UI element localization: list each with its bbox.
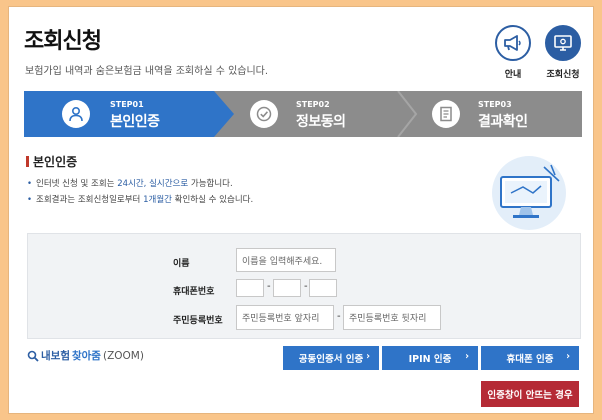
phone-input-3[interactable] <box>309 279 337 297</box>
step-2-name: 정보동의 <box>296 114 346 130</box>
phone-separator: - <box>304 281 308 292</box>
guide-label: 안내 <box>504 70 522 80</box>
cert-auth-button[interactable]: 공동인증서 인증 › <box>283 346 379 370</box>
note-highlight: 24시간, 실시간으로 <box>117 179 189 189</box>
check-circle-icon <box>250 100 278 128</box>
step-3-number: STEP03 <box>478 100 512 109</box>
ipin-auth-label: IPIN 인증 <box>408 354 452 365</box>
chevron-right-icon: › <box>465 351 469 362</box>
guide-button[interactable] <box>495 25 531 61</box>
cert-auth-label: 공동인증서 인증 <box>298 354 364 365</box>
zoom-text-3: (ZOOM) <box>102 349 144 362</box>
rrn-back-input[interactable]: 주민등록번호 뒷자리 <box>343 305 441 330</box>
note-text: 가능합니다. <box>188 179 233 189</box>
chevron-right-icon: › <box>366 351 370 362</box>
phone-auth-label: 휴대폰 인증 <box>506 354 554 365</box>
phone-label: 휴대폰번호 <box>173 287 215 297</box>
request-label: 조회신청 <box>546 70 580 80</box>
page-frame: 조회신청 보험가입 내역과 숨은보험금 내역을 조회하실 수 있습니다. 안내 … <box>8 6 594 414</box>
bullet-icon: • <box>27 195 33 205</box>
person-icon <box>62 100 90 128</box>
step-separator <box>397 91 418 137</box>
monitor-illustration-icon <box>492 156 566 230</box>
note-text: 확인하실 수 있습니다. <box>171 195 254 205</box>
note-text: 인터넷 신청 및 조회는 <box>36 179 118 189</box>
rrn-front-input[interactable]: 주민등록번호 앞자리 <box>236 305 334 330</box>
search-icon <box>27 350 39 362</box>
name-label: 이름 <box>173 259 190 269</box>
section-heading-text: 본인인증 <box>33 155 78 169</box>
zoom-text-2: 찾아줌 <box>71 350 101 362</box>
request-button[interactable] <box>545 25 581 61</box>
identity-form: 이름 이름을 입력해주세요. 휴대폰번호 - - 주민등록번호 주민등록번호 앞… <box>27 233 581 339</box>
popup-help-button[interactable]: 인증창이 안뜨는 경우 <box>481 381 579 407</box>
bullet-icon: • <box>27 179 33 189</box>
note-realtime: • 인터넷 신청 및 조회는 24시간, 실시간으로 가능합니다. <box>27 177 233 189</box>
note-period: • 조회결과는 조회신청일로부터 1개월간 확인하실 수 있습니다. <box>27 193 253 205</box>
section-marker <box>26 156 29 167</box>
zoom-text-1: 내보험 <box>41 350 70 362</box>
note-text: 조회결과는 조회신청일로부터 <box>36 195 144 205</box>
name-input[interactable]: 이름을 입력해주세요. <box>236 248 336 272</box>
phone-input-1[interactable] <box>236 279 264 297</box>
rrn-label: 주민등록번호 <box>173 316 223 326</box>
step-1-number: STEP01 <box>110 100 144 109</box>
zoom-link[interactable]: 내보험 찾아줌 (ZOOM) <box>27 348 144 363</box>
ipin-auth-button[interactable]: IPIN 인증 › <box>382 346 478 370</box>
page-title: 조회신청 <box>24 29 102 54</box>
chevron-right-icon: › <box>566 351 570 362</box>
megaphone-icon <box>504 35 521 51</box>
rrn-separator: - <box>337 311 341 322</box>
section-heading: 본인인증 <box>26 153 77 170</box>
note-highlight: 1개월간 <box>143 195 172 205</box>
phone-auth-button[interactable]: 휴대폰 인증 › <box>481 346 579 370</box>
phone-input-2[interactable] <box>273 279 301 297</box>
step-2-number: STEP02 <box>296 100 330 109</box>
phone-separator: - <box>267 281 271 292</box>
step-1-name: 본인인증 <box>110 114 160 130</box>
step-3-name: 결과확인 <box>478 114 528 130</box>
page-subtitle: 보험가입 내역과 숨은보험금 내역을 조회하실 수 있습니다. <box>25 66 269 77</box>
monitor-icon <box>554 35 572 51</box>
document-icon <box>432 100 460 128</box>
step-progress-bar: STEP01 본인인증 STEP02 정보동의 STEP03 결과확인 <box>24 91 582 137</box>
